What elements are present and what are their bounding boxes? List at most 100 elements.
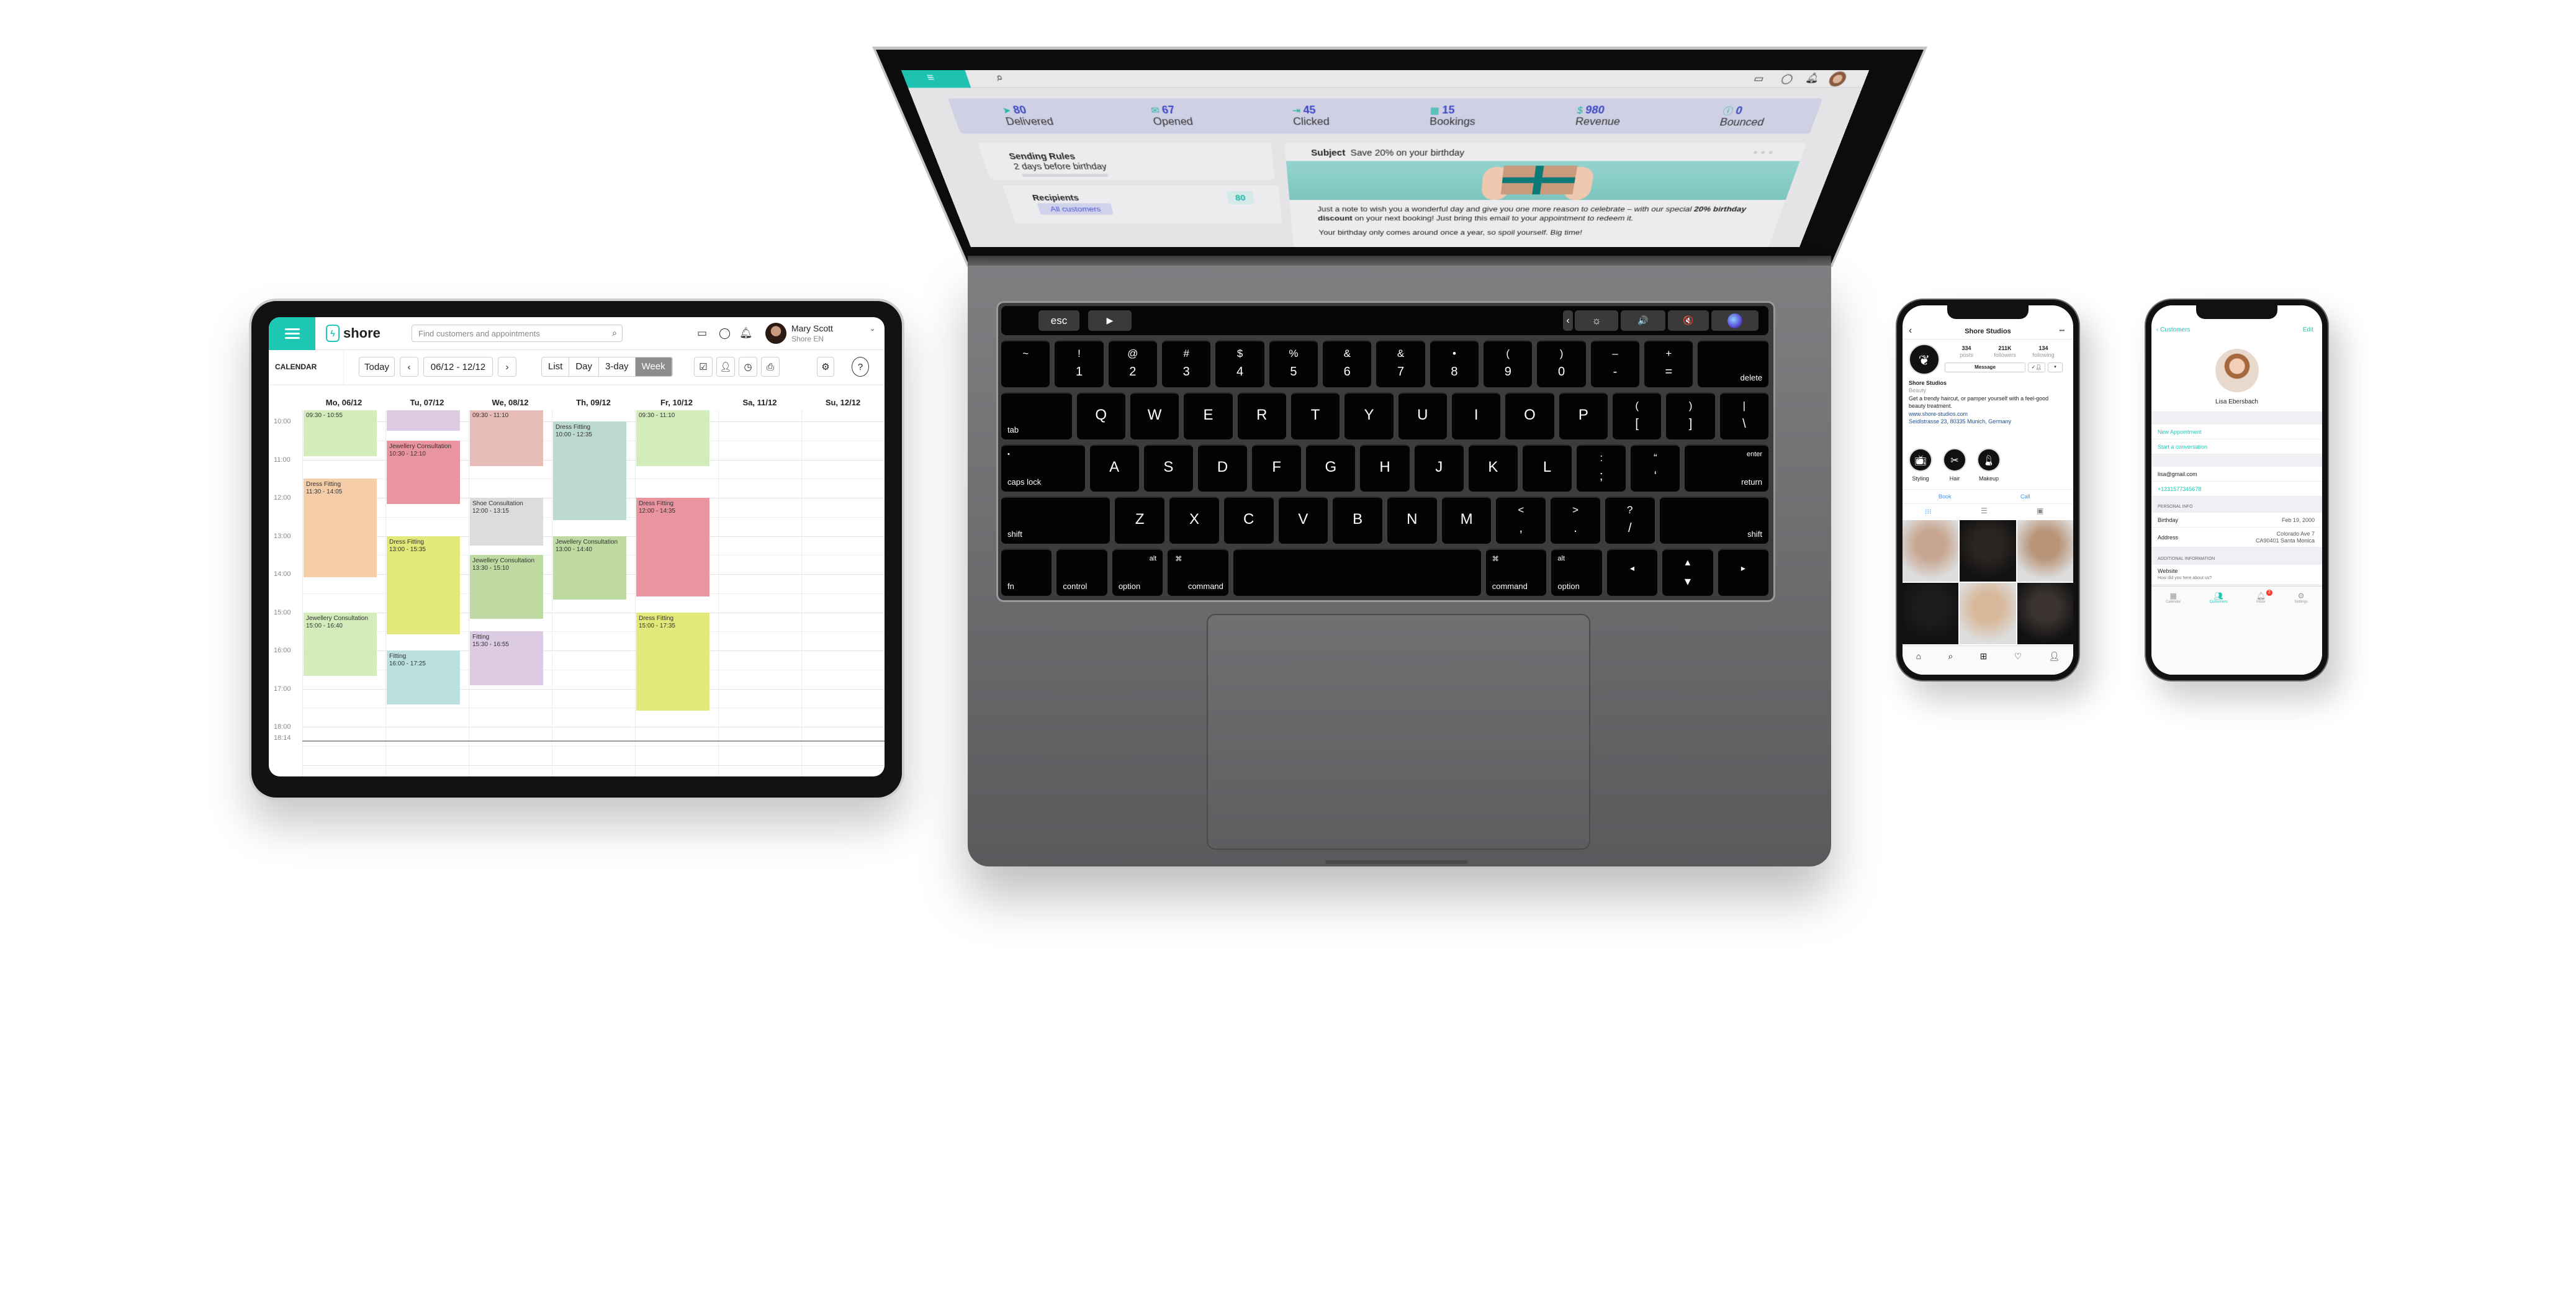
edit-button[interactable]: Edit — [2303, 326, 2313, 333]
menu-button[interactable] — [269, 317, 315, 350]
view-3-day[interactable]: 3-day — [599, 358, 636, 376]
photo-thumbnail[interactable] — [1903, 520, 1958, 582]
key-fn[interactable]: fn — [1001, 549, 1052, 596]
call-button[interactable]: Call — [2020, 493, 2030, 500]
today-button[interactable]: Today — [359, 357, 395, 377]
key-F[interactable]: F — [1252, 444, 1301, 492]
calendar-event[interactable]: Jewellery Consultation 10:30 - 12:10 — [387, 441, 460, 505]
recipients-chip[interactable]: All customers — [1037, 203, 1114, 214]
esc-key[interactable]: esc — [1038, 310, 1079, 331]
trackpad[interactable] — [1207, 614, 1590, 850]
scissors-icon[interactable]: ✂ — [1943, 448, 1966, 472]
clock-icon[interactable]: ◷ — [739, 357, 757, 377]
tab-customers[interactable]: 👥︎ Customers — [2210, 592, 2228, 675]
key-5[interactable]: % 5 — [1269, 340, 1318, 387]
following-icon[interactable]: ✓👤︎ — [2028, 362, 2045, 372]
key-D[interactable]: D — [1198, 444, 1247, 492]
tasks-icon[interactable]: ☑ — [694, 357, 713, 377]
photo-thumbnail[interactable] — [2017, 520, 2073, 582]
add-post-icon[interactable]: ⊞ — [1980, 651, 1988, 675]
calendar-event[interactable]: Fitting 15:30 - 16:55 — [470, 631, 543, 685]
key-4[interactable]: $4 — [1215, 340, 1264, 387]
makeup-icon[interactable]: 💄︎ — [1977, 448, 2001, 472]
key-option[interactable]: alt option — [1551, 549, 1601, 596]
book-button[interactable]: Book — [1939, 493, 1952, 500]
help-button[interactable]: ? — [852, 357, 869, 377]
play-icon[interactable]: ▶ — [1088, 310, 1132, 331]
key-W[interactable]: W — [1130, 392, 1179, 439]
siri-icon[interactable] — [1727, 313, 1742, 328]
key-Q[interactable]: Q — [1077, 392, 1125, 439]
key-M[interactable]: M — [1442, 497, 1492, 544]
key-G[interactable]: G — [1306, 444, 1355, 492]
key-command[interactable]: ⌘ command — [1486, 549, 1547, 596]
profile-address-link[interactable]: Seidlstrasse 23, 80335 Munich, Germany — [1909, 418, 2011, 425]
calendar-event[interactable]: Fitting 16:00 - 17:25 — [387, 650, 460, 704]
key-shift[interactable]: shift — [1660, 497, 1768, 544]
next-week-button[interactable]: › — [498, 357, 516, 377]
list-view-icon[interactable]: ☰ — [1981, 506, 1988, 515]
search-icon[interactable]: ⌕ — [994, 72, 1005, 84]
staff-icon[interactable]: 👤︎ — [716, 357, 735, 377]
search-icon[interactable]: ⌕ — [1948, 651, 1953, 675]
key-N[interactable]: N — [1387, 497, 1437, 544]
key-space[interactable] — [1233, 549, 1481, 596]
search-input[interactable]: Find customers and appointments ⌕ — [412, 325, 623, 342]
key-S[interactable]: S — [1144, 444, 1193, 492]
calendar-event[interactable]: Consultation09:30 - 11:10 — [470, 410, 543, 466]
calendar-event[interactable]: Consultation09:30 - 11:10 — [636, 410, 709, 466]
key-1[interactable]: ! 1 — [1055, 340, 1103, 387]
dropdown-icon[interactable]: ▾ — [2048, 362, 2063, 372]
tab-settings[interactable]: ⚙ Settings — [2294, 592, 2308, 675]
chat-icon[interactable]: ◯ — [1780, 73, 1795, 84]
photo-thumbnail[interactable] — [1960, 583, 2015, 644]
chat-icon[interactable]: ◯ — [719, 327, 731, 340]
key-0[interactable]: ) 0 — [1537, 340, 1585, 387]
key-V[interactable]: V — [1279, 497, 1328, 544]
grid-view-icon[interactable]: ⁝⁝⁝ — [1925, 508, 1932, 516]
calendar-event[interactable]: Jewellery Consultation 13:00 - 14:40 — [553, 536, 626, 600]
avatar[interactable] — [765, 323, 786, 344]
calendar-icon[interactable]: ▭ — [697, 327, 707, 340]
key-delete[interactable]: delete — [1698, 340, 1768, 387]
photo-thumbnail[interactable] — [1960, 520, 2015, 582]
key-I[interactable]: I — [1452, 392, 1500, 439]
key-/[interactable]: ? / — [1605, 497, 1655, 544]
volume-icon[interactable]: 🔊 — [1621, 310, 1665, 331]
key-▾[interactable]: ▴ ▾ — [1662, 549, 1713, 596]
key-E[interactable]: E — [1184, 392, 1232, 439]
calendar-event[interactable]: Dress Fitting 11:30 - 14:05 — [304, 479, 377, 577]
start-conversation-button[interactable]: Start a conversation — [2158, 444, 2207, 450]
view-day[interactable]: Day — [569, 358, 599, 376]
key-H[interactable]: H — [1360, 444, 1409, 492]
key-L[interactable]: L — [1523, 444, 1572, 492]
tab-calendar[interactable]: ▦ Calendar — [2166, 592, 2181, 675]
key-8[interactable]: • 8 — [1430, 340, 1479, 387]
calendar-icon[interactable]: ▭ — [1752, 73, 1765, 84]
key-7[interactable]: & 7 — [1376, 340, 1425, 387]
key-▸[interactable]: ▸ — [1718, 549, 1768, 596]
key-shift[interactable]: shift — [1001, 497, 1110, 544]
key-=[interactable]: + = — [1644, 340, 1693, 387]
heart-icon[interactable]: ♡ — [2014, 651, 2022, 675]
profile-icon[interactable]: 👤︎ — [2049, 651, 2060, 675]
key-‘[interactable]: “‘ — [1631, 444, 1680, 492]
key-option[interactable]: alt option — [1112, 549, 1163, 596]
key-6[interactable]: & 6 — [1323, 340, 1371, 387]
key-X[interactable]: X — [1169, 497, 1219, 544]
prev-week-button[interactable]: ‹ — [400, 357, 418, 377]
key-.[interactable]: >. — [1551, 497, 1600, 544]
key-◂[interactable]: ◂ — [1607, 549, 1657, 596]
calendar-settings-icon[interactable]: ⚙ — [817, 357, 834, 377]
recipients-card[interactable]: Recipients All customers 80 — [1002, 186, 1282, 224]
bell-icon[interactable]: 🔔︎ — [739, 327, 753, 340]
view-list[interactable]: List — [542, 358, 569, 376]
calendar-event[interactable]: Jewellery Consultation 13:30 - 15:10 — [470, 555, 543, 619]
calendar-event[interactable]: Dress Fitting 15:00 - 17:35 — [636, 613, 709, 711]
calendar-event[interactable]: 09:00 - 10:15 — [387, 410, 460, 431]
key-return[interactable]: enter return — [1685, 444, 1768, 492]
photo-thumbnail[interactable] — [1903, 583, 1958, 644]
new-appointment-button[interactable]: New Appointment — [2158, 429, 2202, 435]
key-P[interactable]: P — [1559, 392, 1608, 439]
date-range[interactable]: 06/12 - 12/12 — [423, 357, 493, 377]
